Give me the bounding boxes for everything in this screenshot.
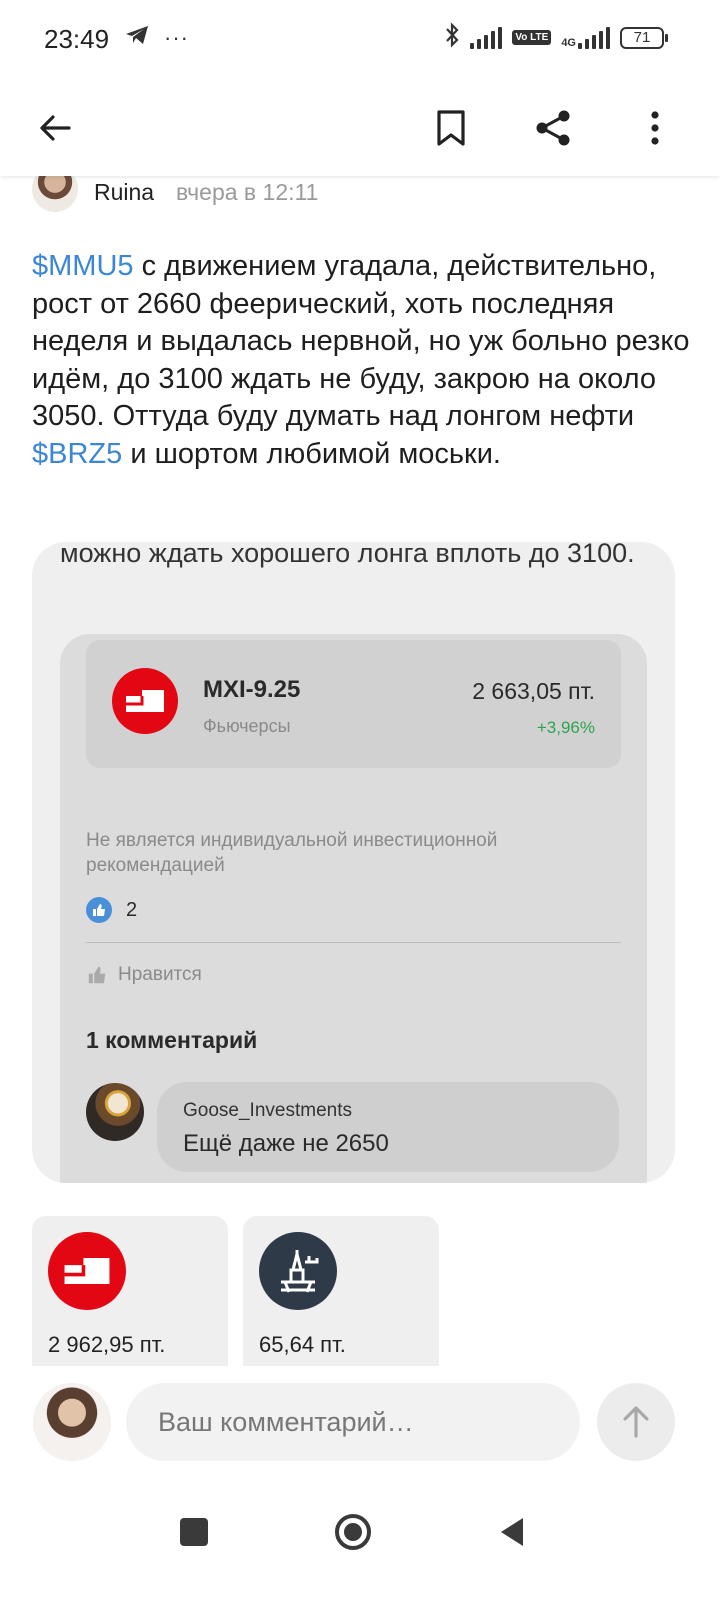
- post-text-part2: и шортом любимой моськи.: [122, 437, 501, 470]
- moex-logo-icon: [112, 668, 178, 734]
- comments-title: 1 комментарий: [86, 1027, 258, 1053]
- more-button[interactable]: [627, 100, 683, 156]
- instrument-type: Фьючерсы: [203, 716, 291, 736]
- volte-icon: Vo LTE: [512, 30, 552, 45]
- likes-summary[interactable]: 2: [86, 897, 137, 923]
- bluetooth-icon: [444, 22, 460, 53]
- back-nav-button[interactable]: [482, 1502, 542, 1562]
- circle-icon: [335, 1514, 371, 1550]
- comment-text: Ещё даже не 2650: [183, 1130, 389, 1157]
- thumbs-up-icon: [88, 966, 106, 984]
- top-app-bar: [0, 80, 720, 176]
- like-button[interactable]: Нравится: [86, 964, 202, 986]
- status-bar: 23:49 ··· Vo LTE 4G 71: [0, 0, 720, 80]
- my-avatar: [33, 1383, 111, 1461]
- more-vertical-icon: [651, 111, 659, 145]
- arrow-left-icon: [40, 115, 71, 141]
- quoted-post-card[interactable]: можно ждать хорошего лонга вплоть до 310…: [32, 542, 675, 1183]
- share-icon: [536, 110, 570, 146]
- recent-apps-button[interactable]: [164, 1502, 224, 1562]
- post-author[interactable]: Ruina: [94, 179, 154, 206]
- comment-input[interactable]: [126, 1383, 580, 1461]
- commenter-avatar[interactable]: [86, 1083, 144, 1141]
- moex-logo-icon: [48, 1232, 126, 1310]
- instrument-name: MXI-9.25: [203, 676, 301, 703]
- bookmark-button[interactable]: [423, 100, 479, 156]
- home-button[interactable]: [323, 1502, 383, 1562]
- quoted-post-inner: MXI-9.25 Фьючерсы 2 663,05 пт. +3,96% Не…: [60, 634, 647, 1183]
- triangle-back-icon: [501, 1518, 523, 1546]
- disclaimer: Не является индивидуальной инвестиционно…: [86, 830, 498, 876]
- instrument-change: +3,96%: [536, 718, 595, 737]
- bookmark-icon: [437, 110, 465, 146]
- ticker-link-mmu5[interactable]: $MMU5: [32, 250, 134, 282]
- likes-count: 2: [126, 898, 138, 921]
- divider: [86, 942, 621, 943]
- comment-bubble[interactable]: Goose_Investments Ещё даже не 2650: [157, 1082, 619, 1172]
- thumbs-up-icon: [86, 897, 112, 923]
- comment-author[interactable]: Goose_Investments: [183, 1100, 352, 1122]
- tile-price: 2 962,95 пт.: [48, 1332, 166, 1357]
- back-button[interactable]: [27, 100, 83, 156]
- status-time: 23:49: [44, 24, 110, 54]
- signal-icon-2: [578, 26, 610, 49]
- quoted-post-text: можно ждать хорошего лонга вплоть до 310…: [60, 542, 635, 568]
- more-notifications-icon: ···: [164, 24, 189, 50]
- ticker-tile-brent[interactable]: 65,64 пт.: [243, 1216, 439, 1366]
- instrument-card[interactable]: MXI-9.25 Фьючерсы 2 663,05 пт. +3,96%: [86, 640, 621, 768]
- network-type: 4G: [561, 36, 576, 49]
- post-time: вчера в 12:11: [176, 179, 319, 205]
- tile-price: 65,64 пт.: [259, 1332, 346, 1357]
- send-button[interactable]: [597, 1383, 675, 1461]
- post-text: $MMU5 с движением угадала, действительно…: [32, 248, 692, 473]
- share-button[interactable]: [525, 100, 581, 156]
- ticker-tile-moex[interactable]: 2 962,95 пт.: [32, 1216, 228, 1366]
- ticker-link-brz5[interactable]: $BRZ5: [32, 438, 122, 470]
- arrow-up-icon: [623, 1406, 649, 1438]
- telegram-icon: [124, 24, 150, 51]
- oil-platform-icon: [259, 1232, 337, 1310]
- signal-icon: [470, 26, 503, 49]
- system-nav-bar: [0, 1480, 720, 1600]
- battery-icon: 71: [620, 26, 668, 49]
- instrument-price: 2 663,05 пт.: [472, 678, 595, 704]
- square-icon: [180, 1518, 208, 1546]
- like-label: Нравится: [118, 964, 202, 985]
